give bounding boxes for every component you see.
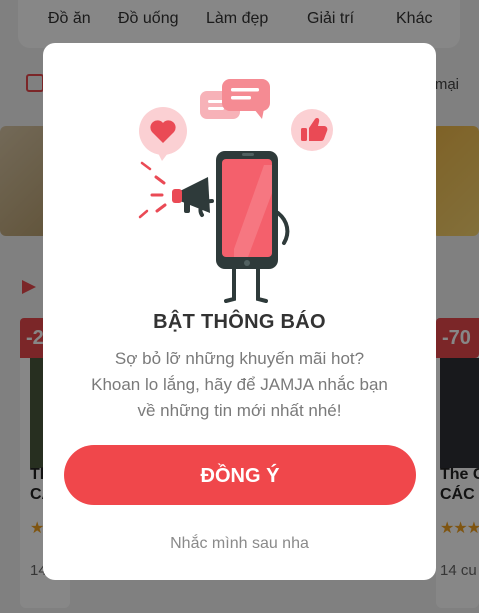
remind-later-link[interactable]: Nhắc mình sau nha [43,535,436,553]
modal-message-line: Sợ bỏ lỡ những khuyến mãi hot? [114,349,365,368]
heart-bubble-icon [139,107,187,161]
agree-button[interactable]: ĐỒNG Ý [64,445,416,505]
modal-title: BẬT THÔNG BÁO [153,311,326,333]
thumbs-up-bubble-icon [291,109,333,151]
modal-message-line: về những tin mới nhất nhé! [137,401,342,420]
modal-message-line: Khoan lo lắng, hãy để JAMJA nhắc bạn [91,375,388,394]
phone-character-icon [198,151,290,303]
modal-message: Sợ bỏ lỡ những khuyến mãi hot? Khoan lo … [43,346,436,424]
notification-illustration [138,79,333,303]
chat-bubbles-icon [200,79,270,119]
notification-modal: BẬT THÔNG BÁO Sợ bỏ lỡ những khuyến mãi … [43,43,436,580]
